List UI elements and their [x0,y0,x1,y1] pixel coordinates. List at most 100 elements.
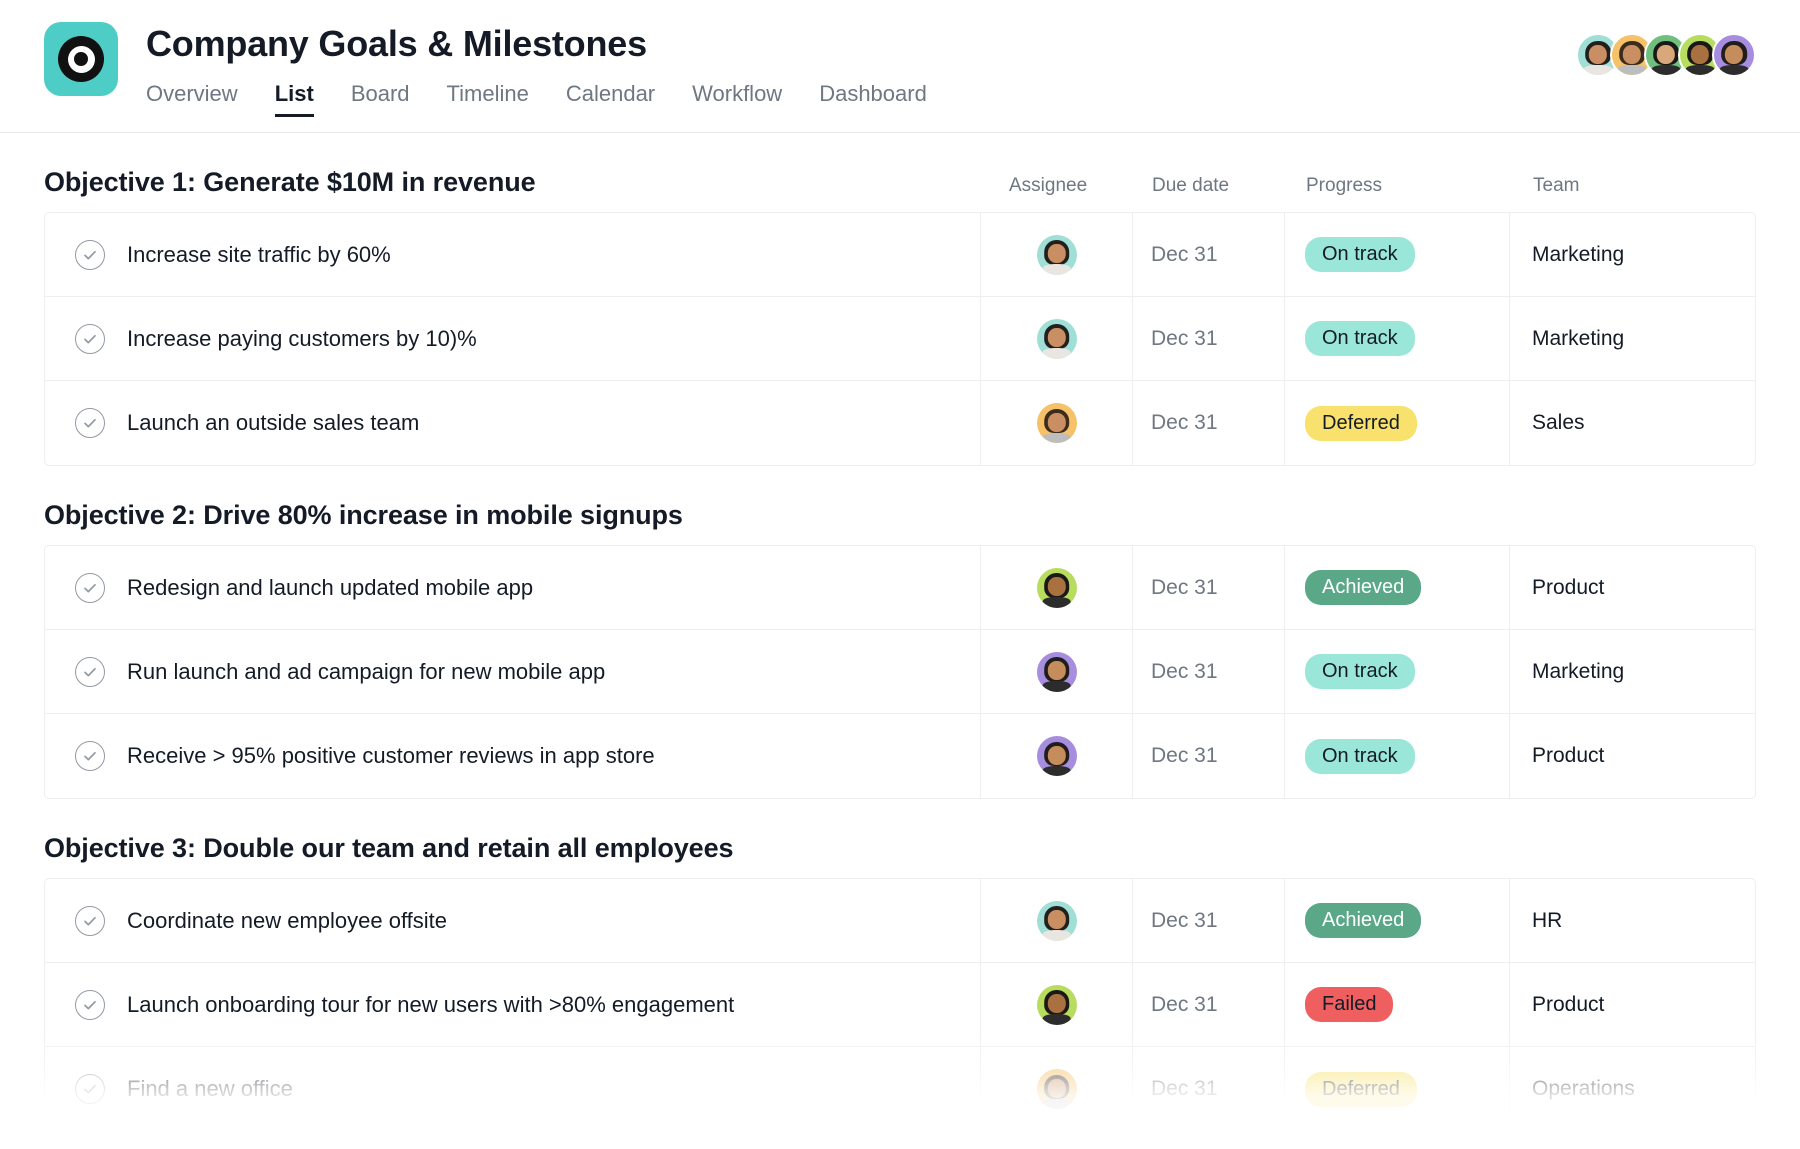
progress-cell[interactable]: Failed [1285,963,1510,1046]
member-avatar-group[interactable] [1576,33,1756,77]
assignee-avatar[interactable] [1037,1069,1077,1109]
task-name-cell[interactable]: Coordinate new employee offsite [45,879,981,962]
team-value: Sales [1532,411,1585,435]
task-name-cell[interactable]: Run launch and ad campaign for new mobil… [45,630,981,713]
team-cell[interactable]: HR [1510,879,1755,962]
team-cell[interactable]: Product [1510,546,1755,629]
complete-check-icon[interactable] [75,324,105,354]
tab-dashboard[interactable]: Dashboard [819,81,927,117]
task-name: Run launch and ad campaign for new mobil… [127,659,605,685]
progress-cell[interactable]: On track [1285,213,1510,296]
table-row[interactable]: Coordinate new employee offsite Dec 31 Ach… [45,879,1755,963]
team-value: HR [1532,909,1562,933]
assignee-cell[interactable] [981,213,1133,296]
complete-check-icon[interactable] [75,573,105,603]
due-date-cell[interactable]: Dec 31 [1133,381,1285,465]
team-cell[interactable]: Marketing [1510,297,1755,380]
assignee-avatar[interactable] [1037,985,1077,1025]
assignee-cell[interactable] [981,381,1133,465]
assignee-avatar[interactable] [1037,736,1077,776]
complete-check-icon[interactable] [75,741,105,771]
complete-check-icon[interactable] [75,906,105,936]
team-cell[interactable]: Product [1510,963,1755,1046]
avatar[interactable] [1712,33,1756,77]
task-name-cell[interactable]: Launch an outside sales team [45,381,981,465]
status-badge[interactable]: Deferred [1305,406,1417,441]
table-row[interactable]: Redesign and launch updated mobile app De… [45,546,1755,630]
task-name-cell[interactable]: Receive > 95% positive customer reviews … [45,714,981,798]
task-name-cell[interactable]: Find a new office [45,1047,981,1131]
assignee-avatar[interactable] [1037,901,1077,941]
table-row[interactable]: Increase site traffic by 60% Dec 31 On tra… [45,213,1755,297]
assignee-cell[interactable] [981,297,1133,380]
team-cell[interactable]: Marketing [1510,213,1755,296]
table-row[interactable]: Receive > 95% positive customer reviews … [45,714,1755,798]
progress-cell[interactable]: On track [1285,630,1510,713]
table-row[interactable]: Launch onboarding tour for new users wit… [45,963,1755,1047]
tab-board[interactable]: Board [351,81,410,117]
status-badge[interactable]: Achieved [1305,570,1421,605]
due-date-value: Dec 31 [1151,243,1218,267]
due-date-value: Dec 31 [1151,1077,1218,1101]
due-date-cell[interactable]: Dec 31 [1133,714,1285,798]
due-date-cell[interactable]: Dec 31 [1133,1047,1285,1131]
assignee-avatar[interactable] [1037,319,1077,359]
due-date-value: Dec 31 [1151,909,1218,933]
progress-cell[interactable]: Deferred [1285,1047,1510,1131]
assignee-cell[interactable] [981,546,1133,629]
tab-workflow[interactable]: Workflow [692,81,782,117]
tab-timeline[interactable]: Timeline [447,81,529,117]
status-badge[interactable]: On track [1305,739,1415,774]
progress-cell[interactable]: On track [1285,714,1510,798]
table-row[interactable]: Increase paying customers by 10)% Dec 31 O… [45,297,1755,381]
complete-check-icon[interactable] [75,240,105,270]
progress-cell[interactable]: Deferred [1285,381,1510,465]
assignee-avatar[interactable] [1037,652,1077,692]
tab-overview[interactable]: Overview [146,81,238,117]
table-row[interactable]: Launch an outside sales team Dec 31 Deferr… [45,381,1755,465]
assignee-cell[interactable] [981,630,1133,713]
complete-check-icon[interactable] [75,408,105,438]
task-name-cell[interactable]: Increase site traffic by 60% [45,213,981,296]
progress-cell[interactable]: Achieved [1285,879,1510,962]
table-row[interactable]: Find a new office Dec 31 Deferred Operation… [45,1047,1755,1131]
tab-list[interactable]: List [275,81,314,117]
task-name-cell[interactable]: Increase paying customers by 10)% [45,297,981,380]
progress-cell[interactable]: On track [1285,297,1510,380]
task-name: Coordinate new employee offsite [127,908,447,934]
assignee-cell[interactable] [981,879,1133,962]
due-date-cell[interactable]: Dec 31 [1133,546,1285,629]
due-date-cell[interactable]: Dec 31 [1133,879,1285,962]
objective-header: Objective 2: Drive 80% increase in mobil… [44,500,1756,531]
assignee-cell[interactable] [981,963,1133,1046]
assignee-cell[interactable] [981,714,1133,798]
team-cell[interactable]: Sales [1510,381,1755,465]
status-badge[interactable]: Deferred [1305,1072,1417,1107]
status-badge[interactable]: On track [1305,321,1415,356]
table-row[interactable]: Run launch and ad campaign for new mobil… [45,630,1755,714]
assignee-avatar[interactable] [1037,235,1077,275]
complete-check-icon[interactable] [75,1074,105,1104]
status-badge[interactable]: Achieved [1305,903,1421,938]
status-badge[interactable]: On track [1305,237,1415,272]
task-name-cell[interactable]: Launch onboarding tour for new users wit… [45,963,981,1046]
team-cell[interactable]: Marketing [1510,630,1755,713]
team-cell[interactable]: Product [1510,714,1755,798]
progress-cell[interactable]: Achieved [1285,546,1510,629]
page-title: Company Goals & Milestones [146,24,927,64]
due-date-cell[interactable]: Dec 31 [1133,297,1285,380]
team-cell[interactable]: Operations [1510,1047,1755,1131]
due-date-cell[interactable]: Dec 31 [1133,963,1285,1046]
due-date-cell[interactable]: Dec 31 [1133,213,1285,296]
assignee-avatar[interactable] [1037,403,1077,443]
team-value: Product [1532,993,1604,1017]
assignee-avatar[interactable] [1037,568,1077,608]
status-badge[interactable]: On track [1305,654,1415,689]
complete-check-icon[interactable] [75,990,105,1020]
assignee-cell[interactable] [981,1047,1133,1131]
tab-calendar[interactable]: Calendar [566,81,655,117]
complete-check-icon[interactable] [75,657,105,687]
task-name-cell[interactable]: Redesign and launch updated mobile app [45,546,981,629]
status-badge[interactable]: Failed [1305,987,1393,1022]
due-date-cell[interactable]: Dec 31 [1133,630,1285,713]
